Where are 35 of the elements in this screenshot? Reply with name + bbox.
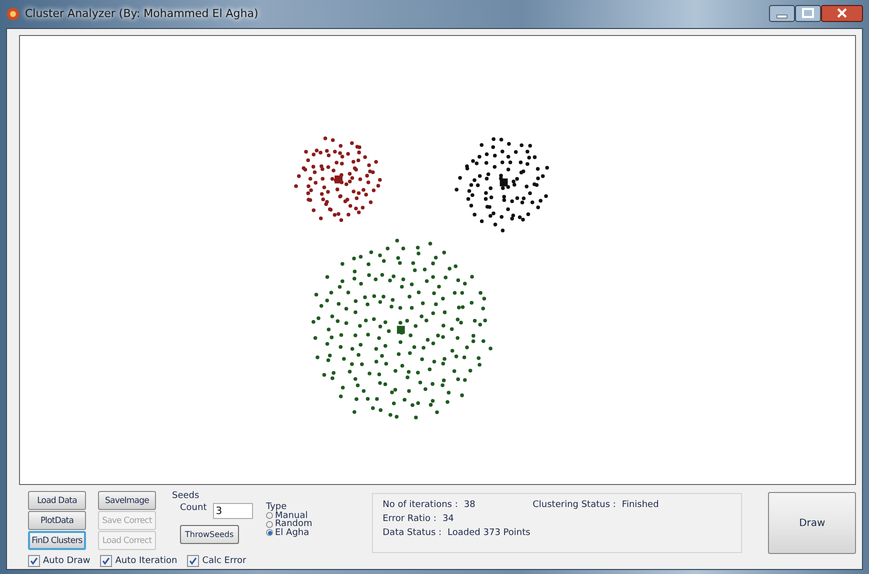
status-value: Loaded 373 Points bbox=[448, 528, 530, 538]
maximize-icon[interactable] bbox=[795, 5, 821, 22]
status-label: No of iterations : bbox=[382, 500, 458, 510]
radio-button[interactable] bbox=[266, 529, 273, 536]
checkbox[interactable] bbox=[187, 555, 200, 567]
checkbox-label: Auto Iteration bbox=[115, 556, 178, 566]
count-field[interactable]: 3 bbox=[212, 503, 253, 519]
action-button[interactable]: Load Data bbox=[28, 491, 86, 510]
radio-label: El Agha bbox=[275, 528, 310, 537]
action-button[interactable]: FinD Clusters bbox=[28, 531, 86, 550]
checkbox[interactable] bbox=[100, 555, 112, 567]
window-title: Cluster Analyzer (By: Mohammed El Agha) bbox=[25, 7, 258, 20]
status-label: Clustering Status : bbox=[532, 500, 616, 510]
close-icon[interactable] bbox=[821, 5, 863, 22]
app-icon bbox=[6, 6, 20, 21]
group-label: Type bbox=[266, 503, 287, 512]
radio-button[interactable] bbox=[266, 512, 273, 520]
draw-button[interactable]: Draw bbox=[768, 492, 856, 554]
throw-seeds-button[interactable]: ThrowSeeds bbox=[180, 525, 239, 544]
status-label: Error Ratio : bbox=[382, 514, 436, 524]
radio-button[interactable] bbox=[266, 520, 273, 528]
status-value: Finished bbox=[622, 500, 659, 510]
status-value: 38 bbox=[464, 500, 476, 510]
radio-label: Random bbox=[275, 520, 312, 528]
checkbox-label: Calc Error bbox=[202, 556, 246, 566]
minimize-icon[interactable] bbox=[769, 5, 795, 22]
checkbox[interactable] bbox=[28, 555, 40, 567]
checkbox-label: Auto Draw bbox=[43, 556, 90, 566]
status-value: 34 bbox=[442, 514, 454, 524]
status-label: Data Status : bbox=[382, 528, 442, 538]
action-button[interactable]: PlotData bbox=[28, 511, 86, 530]
group-label: Seeds bbox=[172, 491, 200, 501]
action-button[interactable]: SaveImage bbox=[98, 491, 156, 510]
radio-label: Manual bbox=[275, 512, 308, 520]
field-label: Count bbox=[180, 503, 207, 513]
